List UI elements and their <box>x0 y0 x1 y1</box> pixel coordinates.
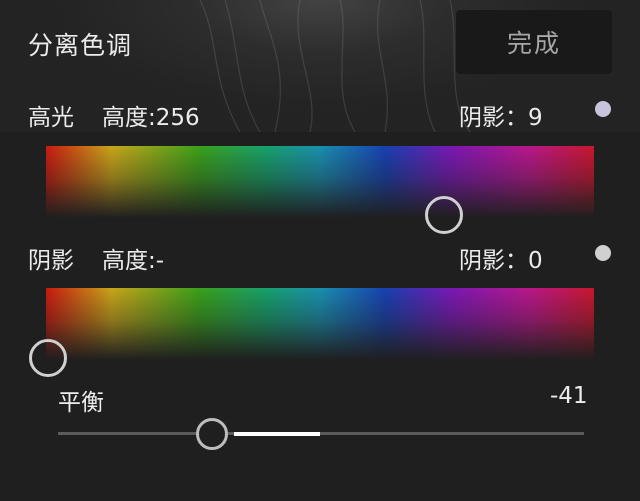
shadows-hue-picker[interactable] <box>29 339 67 377</box>
done-button[interactable]: 完成 <box>456 10 612 74</box>
shadows-label: 阴影 <box>28 248 74 274</box>
page-title: 分离色调 <box>28 31 133 60</box>
shadows-hue-spectrum[interactable] <box>46 288 594 360</box>
shadows-saturation-value: 高度:- <box>102 248 165 274</box>
balance-slider-track[interactable] <box>58 432 584 435</box>
photo-hair-texture <box>199 0 471 132</box>
balance-label: 平衡 <box>58 390 104 416</box>
shadows-shadow-value: 阴影：0 <box>459 248 543 274</box>
highlights-label: 高光 <box>28 105 74 131</box>
balance-slider-fill <box>234 432 320 436</box>
shadows-color-indicator <box>595 245 611 261</box>
highlights-color-indicator <box>595 101 611 117</box>
highlights-hue-picker[interactable] <box>425 196 463 234</box>
highlights-shadow-value: 阴影：9 <box>459 105 543 131</box>
balance-slider-handle[interactable] <box>196 418 228 450</box>
balance-value: -41 <box>550 383 588 409</box>
split-toning-panel: 分离色调 完成 高光 高度:256 阴影：9 阴影 高度:- 阴影：0 平衡 -… <box>0 0 640 501</box>
highlights-hue-spectrum[interactable] <box>46 146 594 218</box>
highlights-saturation-value: 高度:256 <box>102 105 200 131</box>
